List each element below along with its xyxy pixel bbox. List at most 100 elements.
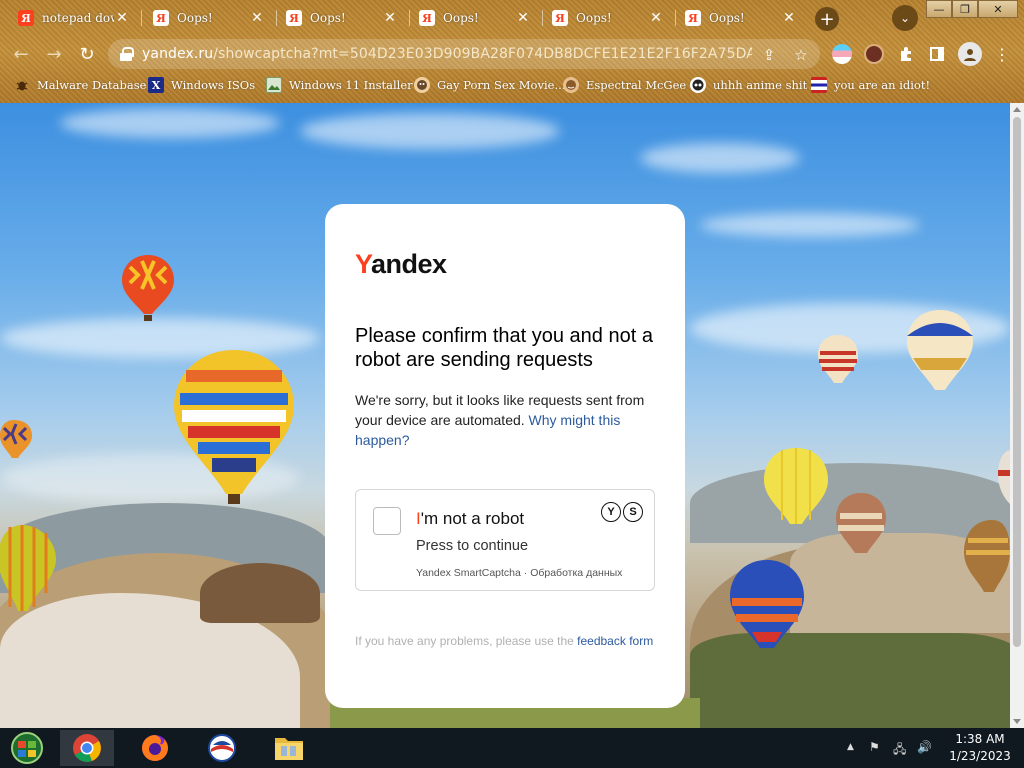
bookmarks-bar: Malware Database X Windows ISOs Windows …: [0, 72, 1024, 98]
not-robot-checkbox[interactable]: [373, 507, 401, 535]
browser-chrome: Я notepad dow ✕ Я Oops! ✕ Я Oops! ✕ Я Oo…: [0, 0, 1024, 103]
not-robot-label[interactable]: I'm not a robot: [416, 509, 524, 529]
tab-separator: [276, 10, 277, 26]
balloon-image: [998, 450, 1010, 504]
tab-separator: [542, 10, 543, 26]
clock-time: 1:38 AM: [955, 732, 1005, 746]
close-icon[interactable]: ✕: [515, 10, 531, 26]
start-button[interactable]: [0, 730, 54, 766]
cloud: [60, 108, 280, 138]
close-icon[interactable]: ✕: [781, 10, 797, 26]
start-orb-icon: [11, 732, 43, 764]
balloon-image: [818, 335, 858, 383]
tab-strip: Я notepad dow ✕ Я Oops! ✕ Я Oops! ✕ Я Oo…: [0, 0, 1024, 34]
tab-oops-2[interactable]: Я Oops! ✕: [278, 4, 406, 32]
tab-oops-5[interactable]: Я Oops! ✕: [677, 4, 805, 32]
smartcaptcha-logos: Y S: [601, 502, 643, 522]
browser-menu-icon[interactable]: ⋮: [992, 44, 1012, 64]
address-bar[interactable]: yandex.ru/showcaptcha?mt=504D23E03D909BA…: [108, 39, 820, 69]
new-tab-button[interactable]: +: [815, 7, 839, 31]
balloon-image: [0, 420, 32, 458]
extension-flag-icon[interactable]: [832, 44, 852, 64]
firefox-icon: [142, 735, 168, 761]
volume-icon[interactable]: 🔊: [917, 740, 932, 754]
clock-date: 1/23/2023: [949, 749, 1011, 763]
tab-title: Oops!: [443, 11, 479, 25]
minimize-button[interactable]: —: [926, 0, 952, 18]
scroll-down-arrow-icon[interactable]: [1013, 719, 1021, 724]
page-scrollbar[interactable]: [1010, 103, 1024, 728]
back-button[interactable]: ←: [8, 41, 34, 67]
tab-title: notepad dow: [42, 11, 114, 25]
help-message: If you have any problems, please use the: [355, 634, 574, 648]
tab-oops-4[interactable]: Я Oops! ✕: [544, 4, 672, 32]
lock-icon[interactable]: [120, 47, 134, 61]
tab-title: Oops!: [576, 11, 612, 25]
close-window-button[interactable]: ✕: [978, 0, 1018, 18]
profile-extension-icon[interactable]: [864, 44, 884, 64]
balloon-image: [764, 448, 828, 524]
help-text: If you have any problems, please use the…: [355, 632, 655, 650]
tray-chevron-icon[interactable]: ▲: [847, 742, 854, 752]
extensions-puzzle-icon[interactable]: [896, 44, 916, 64]
bookmark-windows-11-installer[interactable]: Windows 11 Installer: [266, 76, 413, 94]
balloon-image: [122, 255, 174, 321]
bookmark-star-icon[interactable]: ☆: [792, 46, 810, 64]
close-icon[interactable]: ✕: [249, 10, 265, 26]
share-icon[interactable]: ⇪: [760, 46, 778, 64]
face-icon: [690, 77, 706, 93]
close-icon[interactable]: ✕: [382, 10, 398, 26]
logo-y: Y: [355, 249, 372, 279]
tab-title: Oops!: [177, 11, 213, 25]
action-center-flag-icon[interactable]: ⚑: [869, 740, 880, 754]
tab-oops-3[interactable]: Я Oops! ✕: [411, 4, 539, 32]
taskbar-chrome[interactable]: [60, 730, 114, 766]
taskbar-obama-app[interactable]: [195, 730, 249, 766]
side-panel-icon[interactable]: [927, 44, 947, 64]
bookmark-label: Windows 11 Installer: [289, 78, 413, 92]
yandex-icon: Я: [18, 10, 34, 26]
captcha-description: We're sorry, but it looks like requests …: [355, 390, 660, 450]
obama-logo-icon: [208, 734, 236, 762]
tab-title: Oops!: [310, 11, 346, 25]
url-host: yandex.ru: [142, 46, 214, 62]
bookmark-label: Malware Database: [37, 78, 147, 92]
close-icon[interactable]: ✕: [648, 10, 664, 26]
forward-button[interactable]: →: [41, 41, 67, 67]
bookmark-label: Espectral McGee: [586, 78, 687, 92]
feedback-form-link[interactable]: feedback form: [577, 634, 653, 648]
tab-separator: [675, 10, 676, 26]
page-background: Yandex Please confirm that you and not a…: [0, 103, 1010, 728]
x-icon: X: [148, 77, 164, 93]
network-icon[interactable]: 🖧: [893, 740, 906, 761]
bookmark-malware-database[interactable]: Malware Database: [14, 76, 146, 94]
tab-search-button[interactable]: ⌄: [892, 5, 918, 31]
tab-oops-1[interactable]: Я Oops! ✕: [145, 4, 273, 32]
balloon-image: [0, 525, 56, 611]
bookmark-label: Windows ISOs: [171, 78, 256, 92]
scroll-up-arrow-icon[interactable]: [1013, 107, 1021, 112]
smartcaptcha-brand-line[interactable]: Yandex SmartCaptcha · Обработка данных: [416, 567, 622, 579]
yandex-icon: Я: [286, 10, 302, 26]
bookmark-espectral-mcgee[interactable]: Espectral McGee: [563, 76, 686, 94]
cloud: [640, 143, 800, 173]
bookmark-windows-isos[interactable]: X Windows ISOs: [148, 76, 255, 94]
system-clock[interactable]: 1:38 AM 1/23/2023: [940, 731, 1020, 765]
balloon-image: [964, 520, 1010, 592]
taskbar-explorer[interactable]: [262, 730, 316, 766]
scroll-thumb[interactable]: [1013, 117, 1021, 647]
tab-notepad[interactable]: Я notepad dow ✕: [10, 4, 138, 32]
restore-button[interactable]: ❐: [952, 0, 978, 18]
bookmark-label: you are an idiot!: [834, 78, 931, 92]
bookmark-anime[interactable]: uhhh anime shit: [690, 76, 807, 94]
face-icon: [563, 77, 579, 93]
bookmark-idiot[interactable]: you are an idiot!: [811, 76, 930, 94]
url-text[interactable]: yandex.ru/showcaptcha?mt=504D23E03D909BA…: [142, 46, 752, 62]
profile-avatar[interactable]: [958, 42, 982, 66]
smartcaptcha-widget[interactable]: I'm not a robot Press to continue Yandex…: [355, 489, 655, 591]
taskbar-firefox[interactable]: [128, 730, 182, 766]
reload-button[interactable]: ↻: [74, 41, 100, 67]
cloud: [700, 213, 920, 237]
bookmark-movie[interactable]: Gay Porn Sex Movie...: [414, 76, 565, 94]
close-icon[interactable]: ✕: [114, 10, 130, 26]
